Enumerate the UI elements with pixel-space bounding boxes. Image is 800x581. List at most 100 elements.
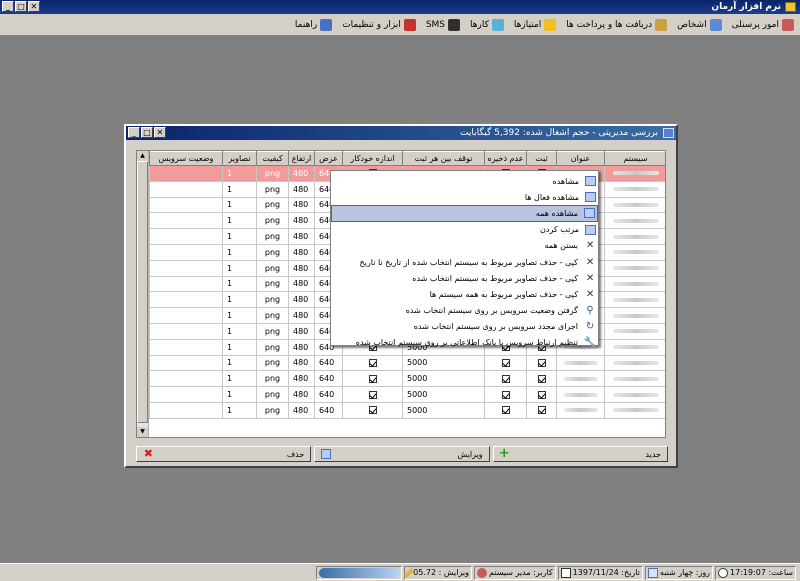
cell-height: 480 — [288, 322, 315, 340]
minimize-button[interactable]: _ — [2, 1, 14, 12]
cell-auto-size[interactable] — [342, 386, 403, 403]
cell-service-status — [149, 386, 223, 403]
cell-height: 480 — [288, 180, 315, 198]
cell-system — [604, 401, 665, 419]
column-header-6[interactable]: عرض — [314, 151, 343, 166]
column-header-2[interactable]: ثبت — [526, 151, 557, 166]
record-checkbox[interactable] — [537, 390, 546, 399]
context-menu-item-3[interactable]: مرتب کردن — [331, 222, 598, 238]
context-menu-item-6[interactable]: ✕ کپی - حذف تصاویر مربوط به سیستم انتخاب … — [331, 270, 598, 286]
menu-item-1[interactable]: اشخاص — [677, 18, 722, 31]
dialog-minimize-button[interactable]: _ — [128, 127, 140, 138]
cell-height: 480 — [288, 243, 315, 261]
context-menu-item-10[interactable]: 🔧 تنظیم ارتباط سرویس با بانک اطلاعاتی بر … — [331, 335, 598, 351]
auto-size-checkbox[interactable] — [368, 390, 377, 399]
cell-record[interactable] — [526, 370, 557, 388]
scroll-down-arrow[interactable]: ▼ — [137, 427, 148, 437]
cell-service-status — [149, 259, 223, 277]
column-header-1[interactable]: عنوان — [556, 151, 605, 166]
record-checkbox[interactable] — [537, 374, 546, 383]
menu-item-4[interactable]: کارها — [470, 18, 504, 31]
context-menu-item-7[interactable]: ✕ کپی - حذف تصاویر مربوط به همه سیستم ها — [331, 286, 598, 302]
column-header-5[interactable]: اندازه خودکار — [342, 151, 403, 166]
menu-item-2[interactable]: دریافت ها و پرداخت ها — [566, 18, 668, 31]
cell-system — [604, 165, 665, 182]
maximize-button[interactable]: □ — [15, 1, 27, 12]
redacted-system — [612, 408, 659, 413]
cell-auto-size[interactable] — [342, 370, 403, 388]
cell-no-save[interactable] — [484, 354, 527, 372]
cell-record[interactable] — [526, 386, 557, 403]
close-button[interactable]: ✕ — [28, 1, 40, 12]
column-header-0[interactable]: سیستم — [604, 151, 665, 166]
column-header-10[interactable]: وضعیت سرویس — [149, 151, 223, 166]
chat-icon — [448, 18, 461, 31]
menu-item-6[interactable]: ابزار و تنظیمات — [342, 18, 416, 31]
dialog-icon — [663, 128, 674, 138]
menu-item-3[interactable]: امتیازها — [514, 18, 557, 31]
cell-record[interactable] — [526, 401, 557, 419]
no-save-checkbox[interactable] — [501, 390, 510, 399]
record-checkbox[interactable] — [537, 406, 546, 415]
cell-no-save[interactable] — [484, 370, 527, 388]
menu-item-5[interactable]: SMS — [426, 18, 461, 31]
delete-button[interactable]: حذف ✖ — [136, 446, 312, 462]
column-header-3[interactable]: عدم ذخیره — [484, 151, 527, 166]
auto-size-checkbox[interactable] — [368, 406, 377, 415]
context-menu-item-8[interactable]: ⚲ گرفتن وضعیت سرویس بر روی سیستم انتخاب ش… — [331, 303, 598, 319]
cell-title — [556, 354, 605, 372]
cell-no-save[interactable] — [484, 386, 527, 403]
scroll-thumb[interactable] — [137, 161, 148, 423]
table-row[interactable]: 5000 640480png1 — [149, 386, 665, 403]
cell-auto-size[interactable] — [342, 354, 403, 372]
cell-no-save[interactable] — [484, 401, 527, 419]
cell-images: 1 — [222, 386, 257, 403]
column-header-8[interactable]: کیفیت — [256, 151, 289, 166]
status-day: روز: چهار شنبه — [644, 565, 714, 580]
redacted-system — [612, 187, 659, 192]
cell-images: 1 — [222, 196, 257, 214]
new-button[interactable]: جدید + — [492, 446, 668, 462]
table-row[interactable]: 5000 640480png1 — [149, 401, 665, 419]
table-row[interactable]: 5000 640480png1 — [149, 354, 665, 372]
edit-button[interactable]: ویرایش — [314, 446, 490, 462]
dialog-close-button[interactable]: ✕ — [154, 127, 166, 138]
context-menu-item-5[interactable]: ✕ کپی - حذف تصاویر مربوط به سیستم انتخاب … — [331, 254, 598, 270]
auto-size-checkbox[interactable] — [368, 374, 377, 383]
column-header-9[interactable]: تصاویر — [222, 151, 257, 166]
table-row[interactable]: 5000 640480png1 — [149, 370, 665, 388]
cell-images: 1 — [222, 291, 257, 309]
no-save-checkbox[interactable] — [501, 358, 510, 367]
column-header-4[interactable]: توقف بین هر ثبت — [402, 151, 485, 166]
context-menu-item-4[interactable]: ✕ بستن همه — [331, 238, 598, 254]
redacted-system — [612, 313, 659, 318]
user-text: کاربر: مدیر سیستم — [489, 568, 553, 577]
menu-item-0[interactable]: امور پرسنلی — [732, 18, 794, 31]
context-menu-item-2[interactable]: مشاهده همه — [331, 205, 598, 222]
dialog-maximize-button[interactable]: □ — [141, 127, 153, 138]
cell-auto-size[interactable] — [342, 401, 403, 419]
menu-item-7[interactable]: راهنما — [295, 18, 333, 31]
no-save-checkbox[interactable] — [501, 374, 510, 383]
cell-record[interactable] — [526, 354, 557, 372]
cell-delay: 5000 — [402, 370, 485, 388]
cell-quality: png — [256, 354, 289, 372]
auto-size-checkbox[interactable] — [368, 358, 377, 367]
record-checkbox[interactable] — [537, 358, 546, 367]
grid-scrollbar[interactable]: ▲ ▼ — [137, 151, 149, 437]
cell-service-status — [149, 180, 223, 198]
context-menu-item-9[interactable]: ↻ اجرای مجدد سرویس بر روی سیستم انتخاب شد… — [331, 319, 598, 335]
redacted-system — [612, 202, 659, 207]
app-title-bar: نرم افزار آرمان ✕ □ _ — [0, 0, 800, 14]
close-icon: ✕ — [585, 272, 595, 284]
scroll-up-arrow[interactable]: ▲ — [137, 151, 148, 161]
redacted-system — [612, 360, 659, 365]
dialog-button-row: حذف ✖ ویرایش جدید + — [136, 446, 668, 462]
context-menu-item-1[interactable]: مشاهده فعال ها — [331, 189, 598, 205]
redacted-system — [612, 250, 659, 255]
no-save-checkbox[interactable] — [501, 406, 510, 415]
people-icon — [782, 18, 794, 31]
edit-label: ویرایش — [457, 449, 483, 459]
context-menu-item-0[interactable]: مشاهده — [331, 173, 598, 189]
column-header-7[interactable]: ارتفاع — [288, 151, 315, 166]
